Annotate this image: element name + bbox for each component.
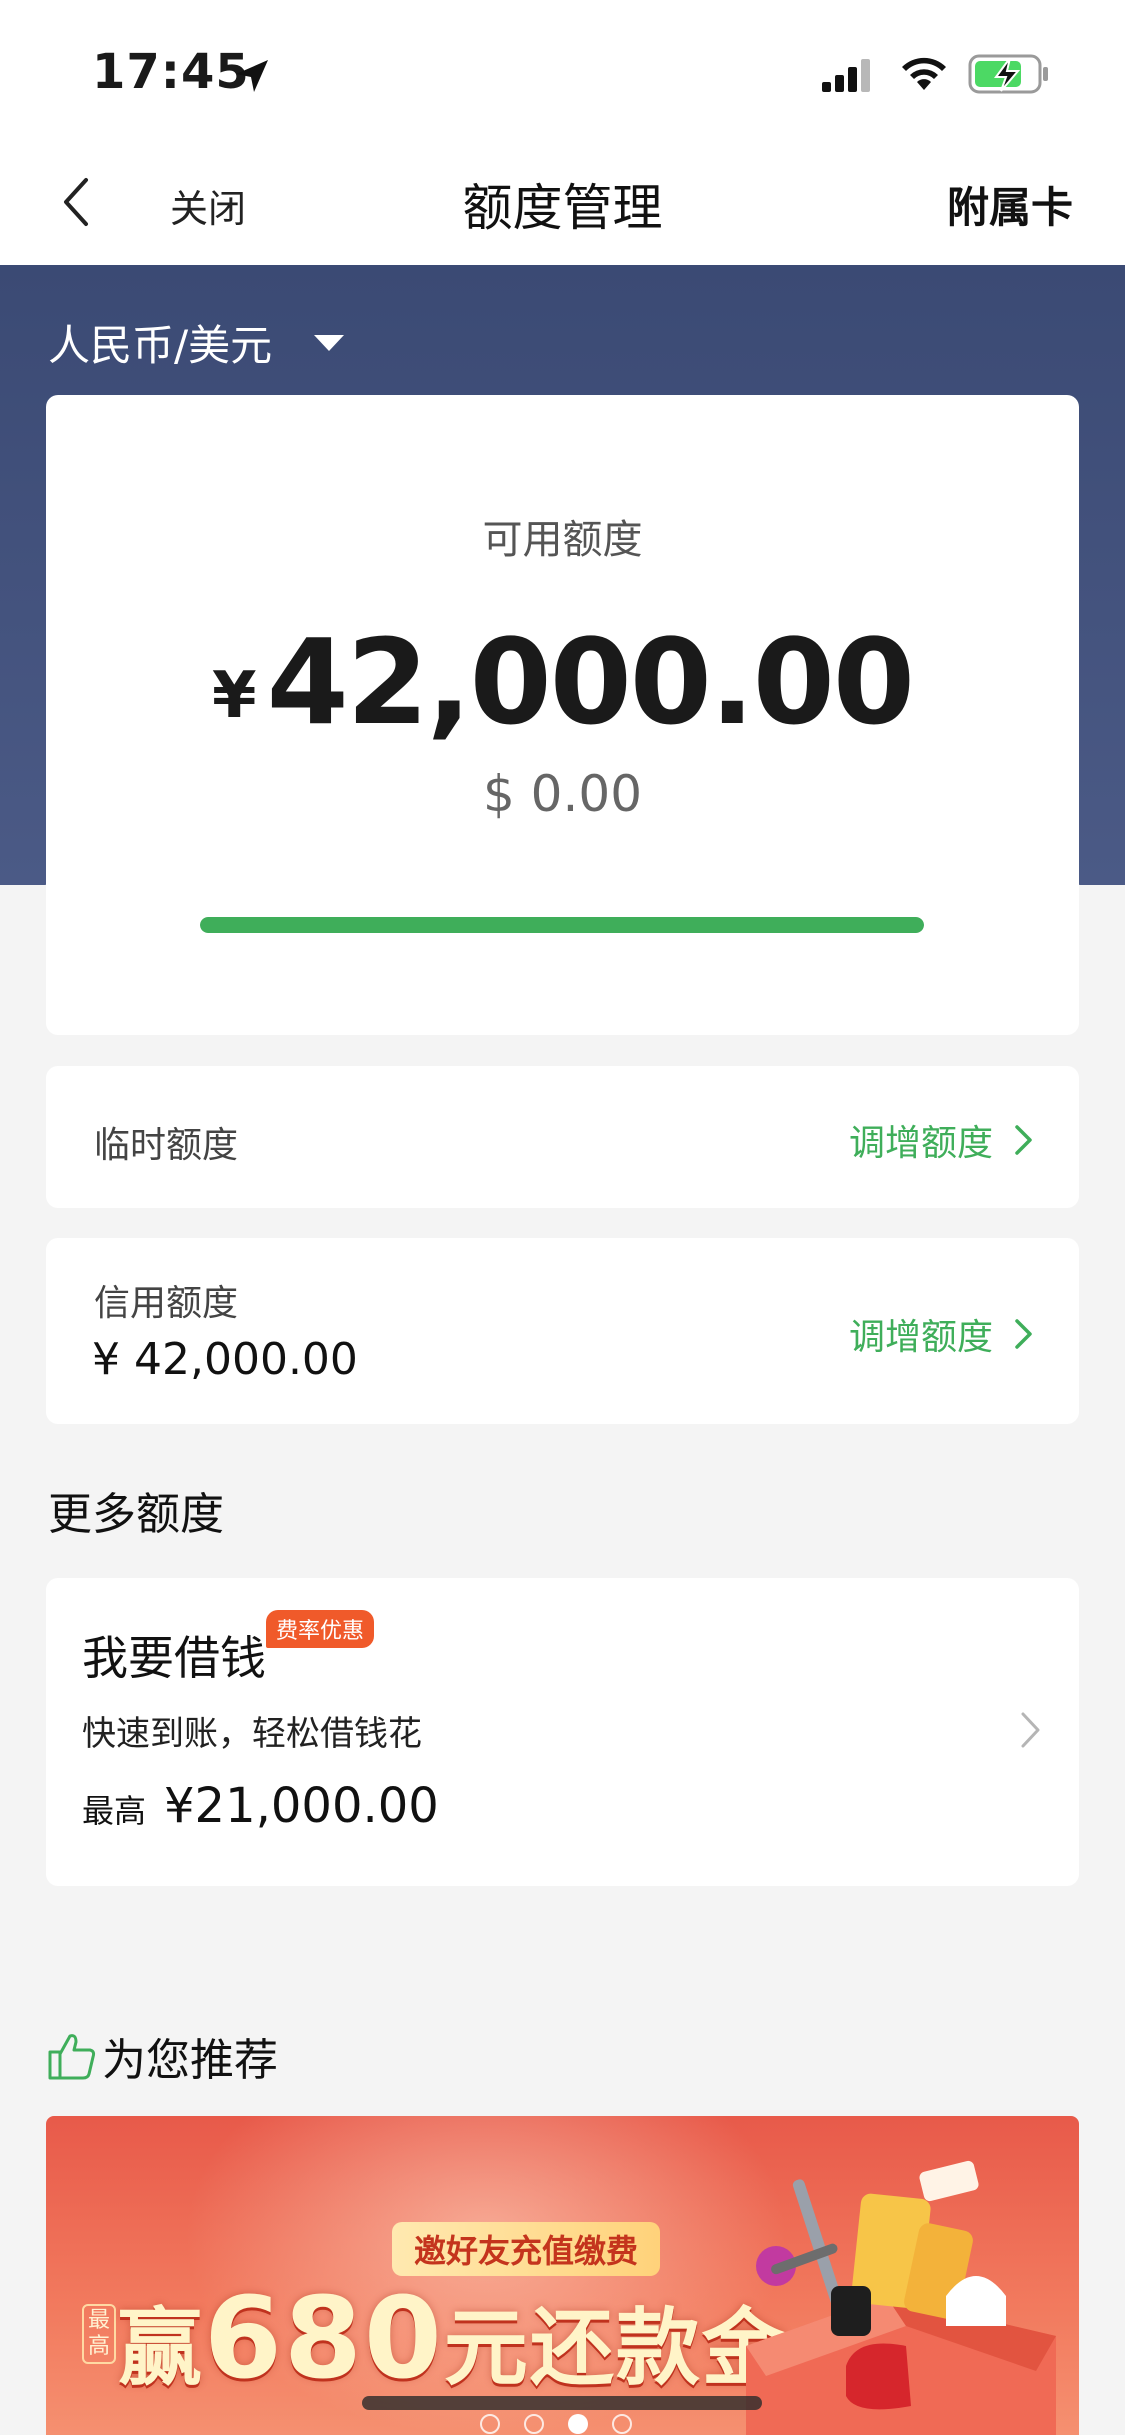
credit-limit-label: 信用额度 <box>94 1283 239 1324</box>
available-limit-value: 42,000.00 <box>266 613 915 751</box>
credit-limit-increase-link[interactable]: 调增额度 <box>849 1308 1035 1360</box>
pager-dot[interactable] <box>568 2414 588 2434</box>
gift-box-illustration <box>746 2160 1056 2435</box>
borrow-money-description: 快速到账，轻松借钱花 <box>82 1714 422 1754</box>
available-limit-card: 可用额度 ¥42,000.00 $ 0.00 <box>46 395 1079 1035</box>
banner-max-tag: 最高 <box>82 2304 116 2364</box>
limit-progress-bar <box>200 917 924 933</box>
wifi-icon <box>902 57 946 90</box>
battery-charging-icon <box>968 54 1048 94</box>
currency-dropdown[interactable]: 人民币/美元 <box>48 312 346 373</box>
rate-discount-badge: 费率优惠 <box>266 1610 375 1648</box>
credit-limit-row[interactable]: 信用额度 ¥ 42,000.00 调增额度 <box>46 1238 1079 1424</box>
banner-pager-dots <box>480 2414 632 2434</box>
increase-limit-label: 调增额度 <box>848 1317 993 1358</box>
thumbs-up-icon <box>48 2034 96 2080</box>
temporary-limit-row[interactable]: 临时额度 调增额度 <box>46 1066 1079 1208</box>
credit-limit-value: ¥ 42,000.00 <box>92 1334 358 1385</box>
supplementary-card-button[interactable]: 附属卡 <box>947 174 1073 235</box>
status-bar: 17:45 <box>0 0 1125 150</box>
recommend-title: 为您推荐 <box>102 2035 278 2086</box>
increase-limit-label: 调增额度 <box>848 1123 993 1164</box>
caret-down-icon <box>314 334 345 351</box>
nav-bar: 关闭 额度管理 附属卡 <box>0 150 1125 265</box>
temporary-limit-label: 临时额度 <box>94 1125 239 1166</box>
borrow-max-amount: 最高 ¥21,000.00 <box>82 1778 439 1834</box>
pager-dot[interactable] <box>524 2414 544 2434</box>
banner-headline: 赢680元还款金 <box>118 2274 788 2404</box>
home-indicator <box>362 2396 762 2410</box>
banner-subtitle: 邀好友充值缴费 <box>392 2222 661 2276</box>
cellular-signal-icon <box>822 59 870 92</box>
borrow-money-card[interactable]: 我要借钱 费率优惠 快速到账，轻松借钱花 最高 ¥21,000.00 <box>46 1578 1079 1886</box>
borrow-money-title: 我要借钱 <box>82 1631 266 1685</box>
chevron-right-icon <box>1015 1319 1032 1349</box>
promo-banner[interactable]: 邀好友充值缴费 最高 赢680元还款金 <box>46 2116 1079 2435</box>
chevron-right-icon <box>1021 1712 1040 1748</box>
usd-available-amount: $ 0.00 <box>482 765 643 823</box>
borrow-max-value: ¥21,000.00 <box>164 1778 439 1834</box>
pager-dot[interactable] <box>480 2414 500 2434</box>
borrow-max-label: 最高 <box>82 1792 147 1830</box>
currency-symbol: ¥ <box>212 659 257 733</box>
banner-headline-number: 680 <box>204 2274 444 2404</box>
currency-dropdown-label: 人民币/美元 <box>48 321 273 370</box>
location-arrow-icon <box>236 60 268 92</box>
status-time: 17:45 <box>92 44 250 100</box>
chevron-right-icon <box>1015 1125 1032 1155</box>
banner-headline-prefix: 赢 <box>118 2299 205 2397</box>
recommend-heading: 为您推荐 <box>46 2024 278 2088</box>
pager-dot[interactable] <box>612 2414 632 2434</box>
available-limit-amount: ¥42,000.00 <box>46 613 1079 751</box>
available-limit-label: 可用额度 <box>482 517 643 563</box>
temporary-limit-increase-link[interactable]: 调增额度 <box>849 1114 1035 1166</box>
limit-progress-fill <box>200 917 924 933</box>
more-limits-heading: 更多额度 <box>48 1489 224 1540</box>
